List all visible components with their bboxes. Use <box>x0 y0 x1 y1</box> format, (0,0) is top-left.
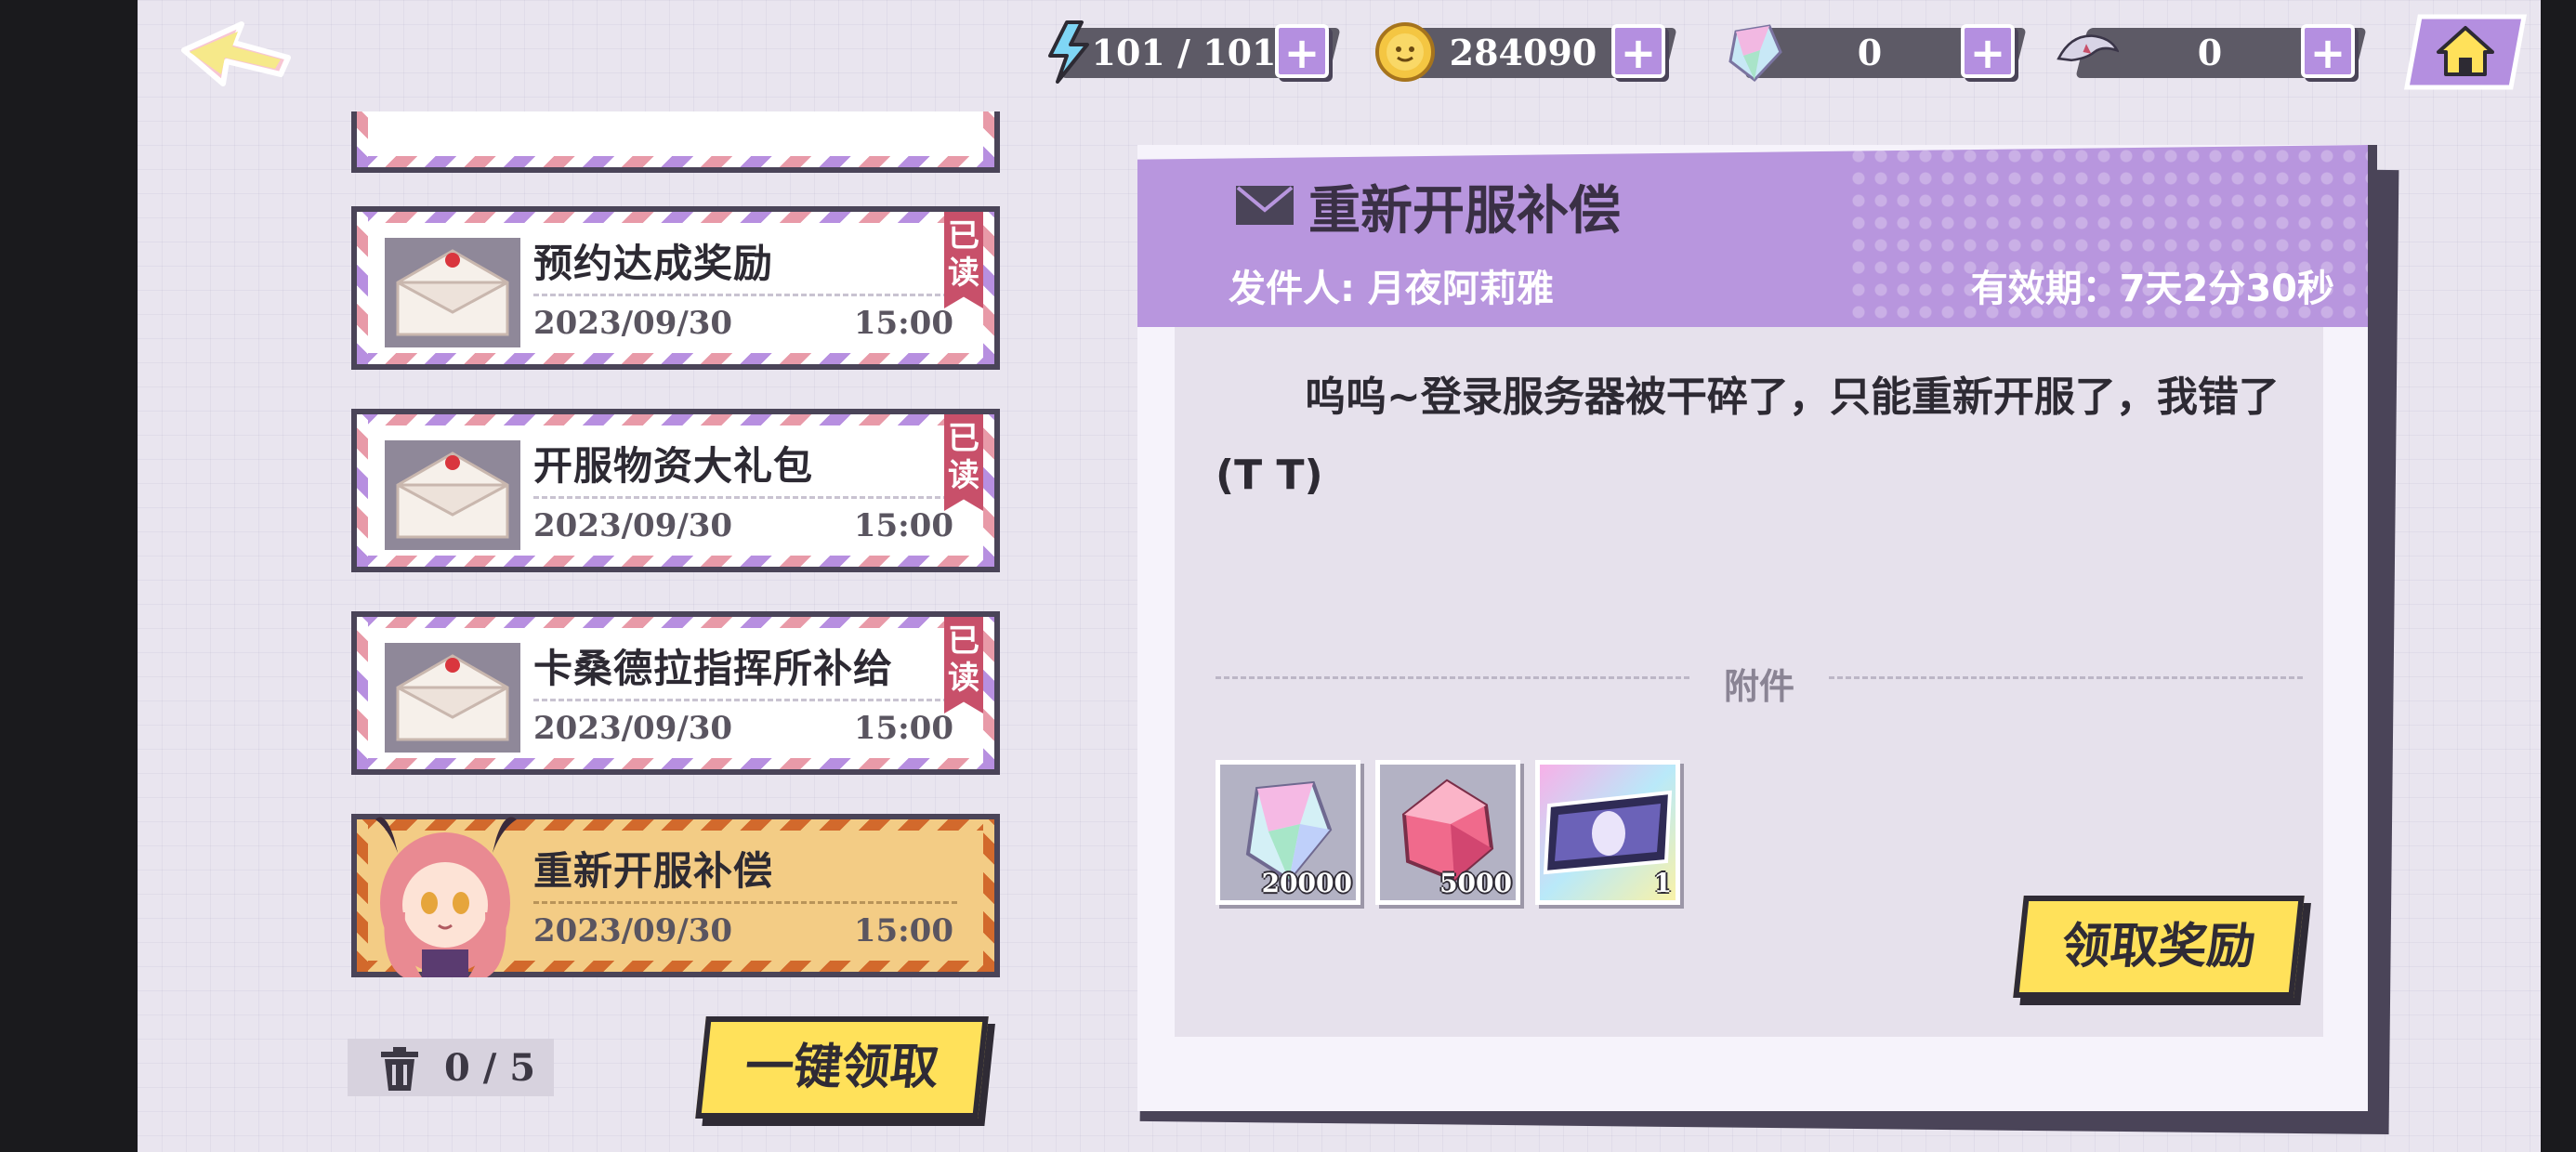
mail-date: 2023/09/30 <box>533 710 733 747</box>
add-coins-button[interactable]: + <box>1611 24 1665 78</box>
sender-avatar <box>375 817 517 977</box>
opened-envelope-icon <box>385 643 520 753</box>
energy-counter: 101 / 101 + <box>1039 19 1341 85</box>
validity-period: 有效期：7天2分30秒 <box>1970 268 2334 310</box>
mail-time: 15:00 <box>853 912 953 949</box>
add-wings-button[interactable]: + <box>2301 24 2355 78</box>
wing-icon <box>2057 34 2119 62</box>
mail-item[interactable]: 预约达成奖励 2023/09/30 15:00 已读 <box>351 206 1000 370</box>
read-tag: 已读 <box>944 617 983 713</box>
wing-value: 0 <box>2197 32 2223 73</box>
mail-item[interactable]: 卡桑德拉指挥所补给 2023/09/30 15:00 已读 <box>351 611 1000 775</box>
mail-item-partial[interactable] <box>351 111 1000 173</box>
mail-date: 2023/09/30 <box>533 305 733 342</box>
mail-item-selected[interactable]: 重新开服补偿 2023/09/30 15:00 <box>351 814 1000 977</box>
claim-all-button[interactable]: 一键领取 <box>695 1016 989 1119</box>
wing-counter: 0 + <box>2054 19 2367 85</box>
mail-time: 15:00 <box>853 507 953 544</box>
coin-value: 284090 <box>1449 32 1597 73</box>
attachment-qty: 5000 <box>1439 868 1512 898</box>
add-crystals-button[interactable]: + <box>1961 24 2015 78</box>
screen-edge <box>2541 0 2576 1152</box>
mail-date: 2023/09/30 <box>533 507 733 544</box>
mail-body-text: 呜呜~登录服务器被干碎了，只能重新开服了，我错了 (T T) <box>1216 373 2280 499</box>
claim-reward-button[interactable]: 领取奖励 <box>2013 896 2305 998</box>
coin-counter: 284090 + <box>1373 19 1677 85</box>
home-icon[interactable] <box>2403 13 2528 91</box>
opened-envelope-icon <box>385 440 520 550</box>
mail-title: 重新开服补偿 <box>533 848 774 894</box>
attachment-item[interactable]: 1 <box>1535 760 1680 905</box>
read-tag: 已读 <box>944 414 983 511</box>
crystal-value: 0 <box>1857 32 1883 73</box>
mail-date: 2023/09/30 <box>533 912 733 949</box>
envelope-icon <box>1236 186 1294 225</box>
mail-title: 卡桑德拉指挥所补给 <box>533 646 894 691</box>
crystal-counter: 0 + <box>1723 19 2027 85</box>
attachment-qty: 1 <box>1653 868 1672 898</box>
sender: 发件人: 月夜阿莉雅 <box>1229 268 1554 310</box>
attachments-label: 附件 <box>1723 666 1794 707</box>
mail-time: 15:00 <box>853 305 953 342</box>
detail-header: 重新开服补偿 发件人: 月夜阿莉雅 有效期：7天2分30秒 <box>1137 145 2368 327</box>
detail-title: 重新开服补偿 <box>1308 181 1621 242</box>
opened-envelope-icon <box>385 238 520 347</box>
mail-title: 开服物资大礼包 <box>533 443 814 489</box>
read-tag: 已读 <box>944 212 983 308</box>
attachment-item[interactable]: 20000 <box>1216 760 1360 905</box>
attachment-item[interactable]: 5000 <box>1375 760 1520 905</box>
mail-time: 15:00 <box>853 710 953 747</box>
attachments-divider: 附件 <box>1216 658 2303 707</box>
back-arrow-icon[interactable] <box>177 17 297 95</box>
trash-icon[interactable] <box>377 1046 422 1093</box>
attachment-qty: 20000 <box>1261 868 1352 898</box>
energy-value: 101 / 101 <box>1091 32 1277 73</box>
delete-read-area[interactable]: 0 / 5 <box>348 1039 554 1096</box>
mail-title: 预约达成奖励 <box>533 241 774 286</box>
coin-icon <box>1375 22 1435 82</box>
trash-count: 0 / 5 <box>444 1046 536 1090</box>
mail-item[interactable]: 开服物资大礼包 2023/09/30 15:00 已读 <box>351 409 1000 572</box>
add-energy-button[interactable]: + <box>1275 24 1329 78</box>
